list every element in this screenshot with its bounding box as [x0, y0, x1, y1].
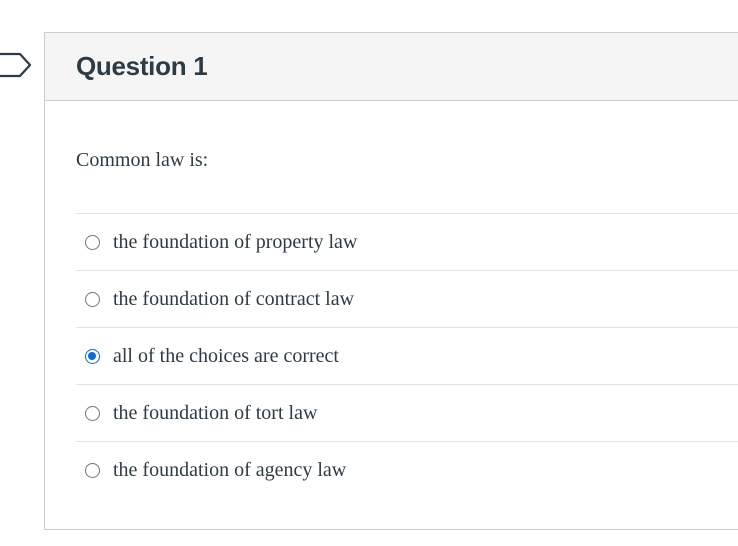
radio-button[interactable] — [85, 234, 100, 250]
answer-label[interactable]: the foundation of tort law — [113, 402, 317, 425]
answer-option[interactable]: the foundation of contract law — [76, 270, 738, 327]
question-header: Question 1 — [45, 33, 738, 101]
answer-label[interactable]: the foundation of agency law — [113, 459, 346, 482]
answer-option[interactable]: the foundation of property law — [76, 213, 738, 270]
answer-label[interactable]: all of the choices are correct — [113, 345, 339, 368]
answer-list: the foundation of property law the found… — [76, 213, 738, 498]
question-card: Question 1 Common law is: the foundation… — [44, 32, 738, 530]
radio-button[interactable] — [85, 291, 100, 307]
radio-button-selected[interactable] — [85, 348, 100, 364]
question-text: Common law is: — [76, 149, 209, 171]
question-title: Question 1 — [76, 51, 208, 81]
flag-question-icon[interactable] — [0, 52, 34, 78]
radio-button[interactable] — [85, 462, 100, 478]
answer-label[interactable]: the foundation of contract law — [113, 288, 354, 311]
answer-label[interactable]: the foundation of property law — [113, 231, 357, 254]
answer-option[interactable]: the foundation of tort law — [76, 384, 738, 441]
radio-button[interactable] — [85, 405, 100, 421]
answer-option[interactable]: all of the choices are correct — [76, 327, 738, 384]
answer-option[interactable]: the foundation of agency law — [76, 441, 738, 498]
